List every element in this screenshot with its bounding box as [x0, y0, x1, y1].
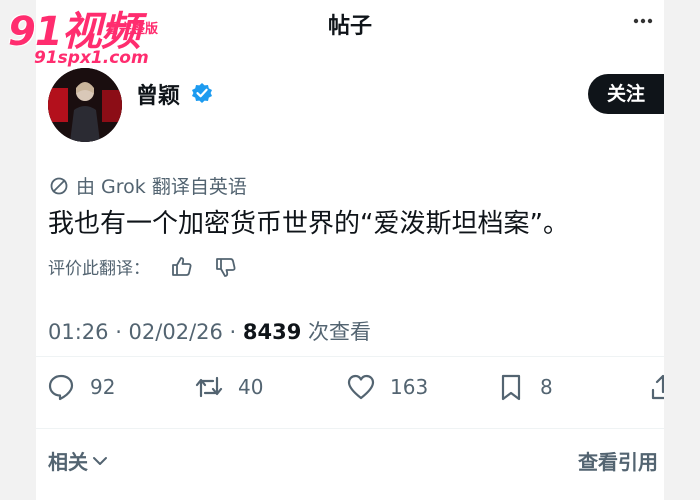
repost-icon [195, 376, 223, 398]
translation-note: 由 Grok 翻译自英语 [48, 172, 247, 199]
repost-count: 40 [238, 375, 264, 399]
watermark-tagline: 看完整版 [106, 22, 159, 37]
heart-icon [347, 374, 375, 400]
chevron-down-icon [93, 456, 107, 465]
post-meta: 01:26 · 02/02/26 · 8439 次查看 [48, 316, 371, 346]
related-toggle[interactable]: 相关 [48, 446, 108, 475]
divider [36, 356, 664, 357]
bookmark-icon [501, 374, 521, 401]
post-screen: 帖子 曾颖 关注 由 Grok 翻译自英语 我也有一个加密货币世界的“爱泼斯坦档… [36, 0, 664, 500]
like-count: 163 [390, 375, 429, 399]
translate-icon [50, 177, 68, 194]
author-name[interactable]: 曾颖 [136, 78, 180, 110]
thumbs-down-icon[interactable] [214, 255, 238, 279]
bookmark-button[interactable]: 8 [496, 372, 553, 402]
bookmark-count: 8 [540, 375, 553, 399]
share-button[interactable] [648, 372, 664, 402]
follow-button[interactable]: 关注 [588, 74, 664, 114]
share-icon [651, 374, 664, 400]
post-timestamp: 01:26 · 02/02/26 · [48, 320, 243, 344]
view-count[interactable]: 8439 [243, 320, 301, 344]
view-count-label: 次查看 [301, 320, 372, 344]
related-label: 相关 [48, 450, 88, 474]
reply-button[interactable]: 92 [46, 372, 115, 402]
avatar[interactable] [48, 68, 122, 142]
reply-count: 92 [90, 375, 116, 399]
watermark-url: 91spx1.com [34, 48, 149, 68]
verified-badge-icon [191, 82, 213, 104]
watermark-logo: 91视频 看完整版 91spx1.com [8, 10, 208, 68]
reply-icon [48, 374, 74, 401]
like-button[interactable]: 163 [346, 372, 428, 402]
rate-translation: 评价此翻译： [48, 254, 238, 279]
view-quotes-link[interactable]: 查看引用 [578, 446, 658, 475]
divider [36, 428, 664, 429]
translation-note-text: 由 Grok 翻译自英语 [76, 176, 247, 198]
post-text: 我也有一个加密货币世界的“爱泼斯坦档案”。 [48, 209, 569, 239]
repost-button[interactable]: 40 [194, 372, 263, 402]
thumbs-up-icon[interactable] [170, 255, 194, 279]
rate-translation-label: 评价此翻译： [48, 259, 150, 279]
more-icon[interactable] [632, 10, 654, 38]
